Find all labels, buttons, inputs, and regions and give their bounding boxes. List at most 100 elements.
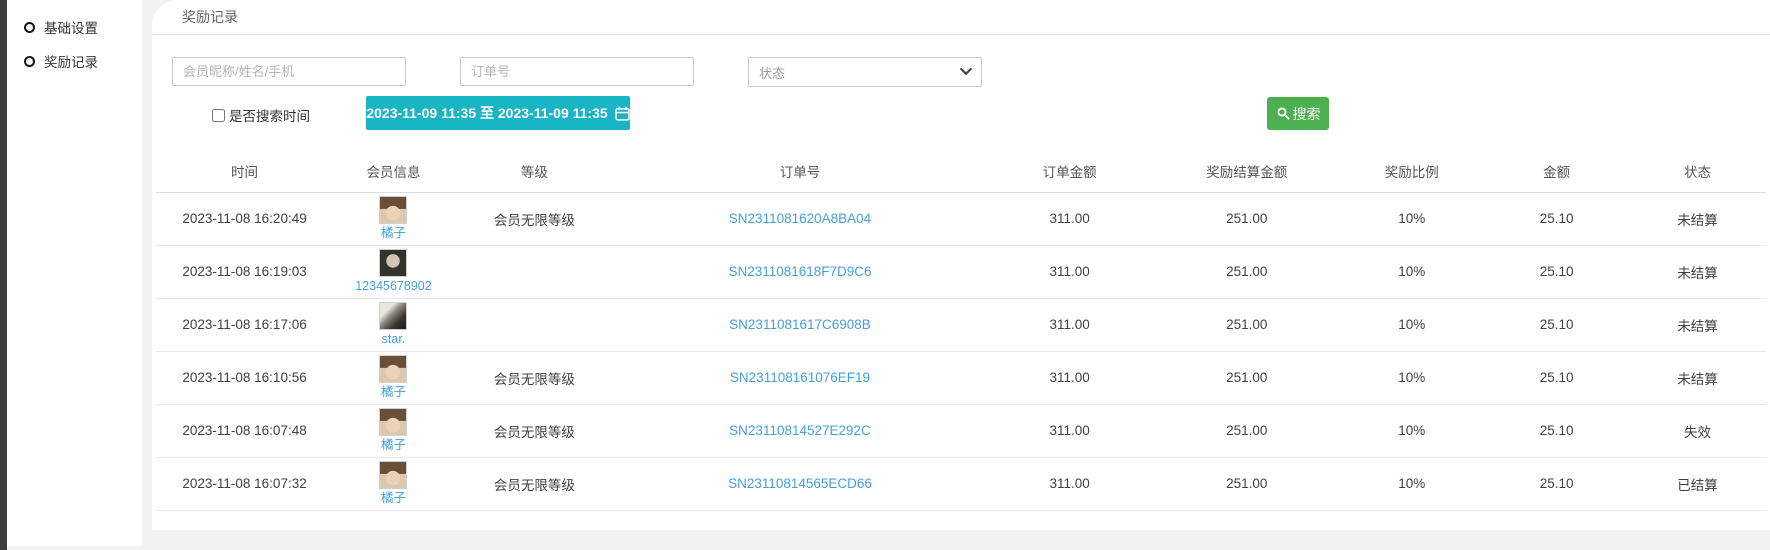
page-title: 奖励记录 — [182, 7, 238, 27]
search-time-label: 是否搜索时间 — [229, 105, 310, 125]
cell-time: 2023-11-08 16:17:06 — [156, 298, 333, 351]
cell-level: 会员无限等级 — [454, 351, 615, 404]
member-avatar — [379, 408, 407, 436]
cell-member: 橘子 — [333, 351, 454, 404]
calendar-icon — [615, 106, 630, 121]
left-dark-strip — [0, 0, 7, 550]
sidebar-item-label: 奖励记录 — [44, 51, 98, 71]
cell-member: 橘子 — [333, 192, 454, 245]
cell-level — [454, 245, 615, 298]
sidebar-item-label: 基础设置 — [44, 17, 98, 37]
table-row: 2023-11-08 16:20:49 橘子 会员无限等级 SN2311081620A… — [156, 192, 1766, 245]
member-info: star. — [333, 302, 454, 347]
cell-status: 失效 — [1629, 404, 1766, 457]
column-header: 等级 — [454, 150, 615, 192]
column-header: 订单号 — [615, 150, 985, 192]
cell-time: 2023-11-08 16:20:49 — [156, 192, 333, 245]
member-name-link[interactable]: 橘子 — [381, 439, 406, 453]
records-table: 时间会员信息等级订单号订单金额奖励结算金额奖励比例金额状态 2023-11-08… — [156, 150, 1766, 511]
search-button[interactable]: 搜索 — [1267, 97, 1329, 130]
cell-status: 未结算 — [1629, 298, 1766, 351]
cell-reward-ratio: 10% — [1339, 404, 1484, 457]
cell-amount: 25.10 — [1484, 245, 1629, 298]
cell-amount: 25.10 — [1484, 404, 1629, 457]
member-avatar — [379, 196, 407, 224]
cell-status: 未结算 — [1629, 192, 1766, 245]
status-select[interactable]: 状态 — [748, 57, 982, 87]
status-select-value: 状态 — [759, 63, 785, 82]
member-avatar — [379, 302, 407, 330]
cell-order-no: SN23110814565ECD66 — [615, 457, 985, 510]
cell-reward-settle-amount: 251.00 — [1154, 351, 1339, 404]
order-no-input[interactable] — [460, 57, 694, 86]
cell-reward-ratio: 10% — [1339, 245, 1484, 298]
member-avatar — [379, 249, 407, 277]
cell-reward-ratio: 10% — [1339, 298, 1484, 351]
cell-order-amount: 311.00 — [985, 245, 1154, 298]
title-bar: 奖励记录 — [152, 0, 1770, 35]
order-number-link[interactable]: SN23110814565ECD66 — [728, 476, 872, 491]
cell-order-amount: 311.00 — [985, 192, 1154, 245]
table-row: 2023-11-08 16:10:56 橘子 会员无限等级 SN23110816107… — [156, 351, 1766, 404]
table-row: 2023-11-08 16:07:32橘子会员无限等级SN23110814565… — [156, 457, 1766, 510]
column-header: 奖励结算金额 — [1154, 150, 1339, 192]
table-header-row: 时间会员信息等级订单号订单金额奖励结算金额奖励比例金额状态 — [156, 150, 1766, 192]
order-number-link[interactable]: SN2311081620A8BA04 — [729, 211, 871, 226]
table-row: 2023-11-08 16:07:48橘子会员无限等级SN23110814527… — [156, 404, 1766, 457]
circle-icon — [24, 56, 35, 67]
magnifier-icon — [1276, 106, 1291, 121]
column-header: 金额 — [1484, 150, 1629, 192]
cell-order-amount: 311.00 — [985, 457, 1154, 510]
search-time-checkbox[interactable] — [212, 109, 225, 122]
cell-amount: 25.10 — [1484, 351, 1629, 404]
cell-member: 12345678902 — [333, 245, 454, 298]
cell-level: 会员无限等级 — [454, 457, 615, 510]
cell-level: 会员无限等级 — [454, 192, 615, 245]
page: 基础设置 奖励记录 奖励记录 状态 是否搜索时间 2023-11-09 11:3… — [0, 0, 1770, 550]
member-name-link[interactable]: star. — [382, 333, 406, 347]
column-header: 状态 — [1629, 150, 1766, 192]
cell-status: 未结算 — [1629, 351, 1766, 404]
cell-order-amount: 311.00 — [985, 351, 1154, 404]
cell-order-no: SN2311081620A8BA04 — [615, 192, 985, 245]
column-header: 时间 — [156, 150, 333, 192]
cell-amount: 25.10 — [1484, 192, 1629, 245]
cell-time: 2023-11-08 16:07:48 — [156, 404, 333, 457]
cell-member: 橘子 — [333, 457, 454, 510]
cell-reward-settle-amount: 251.00 — [1154, 457, 1339, 510]
cell-time: 2023-11-08 16:19:03 — [156, 245, 333, 298]
cell-order-amount: 311.00 — [985, 404, 1154, 457]
member-name-link[interactable]: 橘子 — [381, 386, 406, 400]
order-number-link[interactable]: SN2311081617C6908B — [729, 317, 871, 332]
date-range-text: 2023-11-09 11:35 至 2023-11-09 11:35 — [366, 103, 607, 123]
search-button-label: 搜索 — [1293, 104, 1321, 124]
cell-order-no: SN23110814527E292C — [615, 404, 985, 457]
cell-order-no: SN2311081617C6908B — [615, 298, 985, 351]
cell-order-no: SN231108161076EF19 — [615, 351, 985, 404]
member-info: 橘子 — [333, 355, 454, 400]
cell-time: 2023-11-08 16:10:56 — [156, 351, 333, 404]
order-number-link[interactable]: SN231108161076EF19 — [730, 370, 870, 385]
member-info: 12345678902 — [333, 249, 454, 294]
main-content: 奖励记录 状态 是否搜索时间 2023-11-09 11:35 至 2023-1… — [152, 0, 1770, 530]
order-number-link[interactable]: SN2311081618F7D9C6 — [728, 264, 871, 279]
cell-level — [454, 298, 615, 351]
cell-order-amount: 311.00 — [985, 298, 1154, 351]
cell-reward-settle-amount: 251.00 — [1154, 298, 1339, 351]
sidebar-item-reward-records[interactable]: 奖励记录 — [7, 44, 142, 78]
member-name-link[interactable]: 橘子 — [381, 492, 406, 506]
member-name-link[interactable]: 橘子 — [381, 227, 406, 241]
cell-reward-settle-amount: 251.00 — [1154, 192, 1339, 245]
table-row: 2023-11-08 16:19:03 12345678902 SN23110816… — [156, 245, 1766, 298]
circle-icon — [24, 22, 35, 33]
sidebar-item-basic-settings[interactable]: 基础设置 — [7, 10, 142, 44]
member-avatar — [379, 355, 407, 383]
cell-amount: 25.10 — [1484, 298, 1629, 351]
member-name-link[interactable]: 12345678902 — [355, 280, 431, 294]
member-search-input[interactable] — [172, 57, 406, 86]
cell-member: 橘子 — [333, 404, 454, 457]
member-info: 橘子 — [333, 461, 454, 506]
date-range-button[interactable]: 2023-11-09 11:35 至 2023-11-09 11:35 — [366, 96, 630, 130]
order-number-link[interactable]: SN23110814527E292C — [729, 423, 871, 438]
search-time-toggle[interactable]: 是否搜索时间 — [212, 105, 310, 125]
